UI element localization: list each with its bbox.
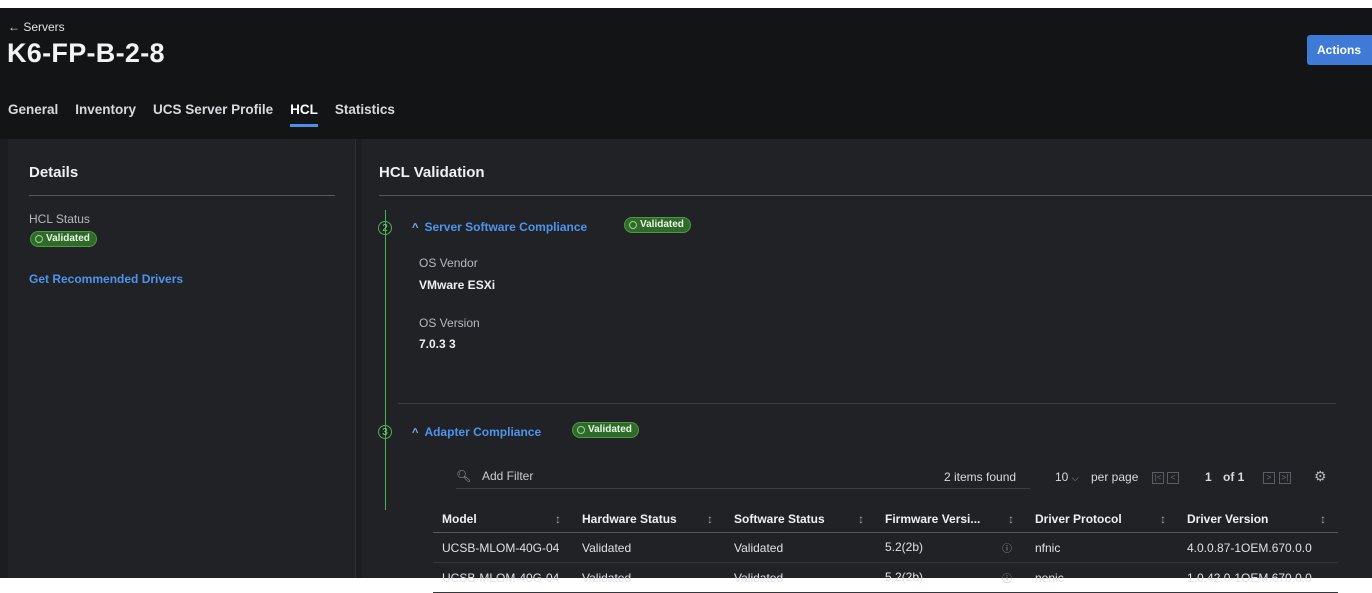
step-2-indicator: 2 (378, 221, 392, 235)
details-title: Details (29, 164, 79, 181)
chevron-up-icon: ^ (412, 427, 419, 439)
cell-driver-version: 4.0.0.87-1OEM.670.0.0 (1178, 532, 1338, 563)
cell-hardware-status: Validated (573, 532, 725, 563)
table-row[interactable]: UCSB-MLOM-40G-04 Validated Validated 5.2… (433, 532, 1338, 563)
per-page-value: 10 (1055, 470, 1069, 484)
tab-bar: General Inventory UCS Server Profile HCL… (8, 102, 412, 132)
sort-icon[interactable]: ↕ (1320, 512, 1326, 526)
sort-icon[interactable]: ↕ (555, 512, 561, 526)
timeline-line (385, 210, 386, 510)
column-header-software-status[interactable]: Software Status ↕ (725, 506, 876, 533)
adapter-status-badge: Validated (572, 422, 639, 438)
last-page-button[interactable]: >| (1279, 472, 1291, 484)
divider (398, 403, 1336, 404)
cell-software-status: Validated (725, 532, 876, 563)
per-page-select[interactable]: 10 ⌵ (1055, 470, 1079, 484)
server-software-status-badge: Validated (624, 217, 691, 233)
search-icon: 🔍︎ (456, 469, 472, 483)
column-label: Model (442, 512, 477, 526)
page-title: K6-FP-B-2-8 (7, 38, 165, 68)
column-header-model[interactable]: Model ↕ (433, 506, 573, 533)
os-version-label: OS Version (419, 316, 480, 330)
items-found-count: 2 items found (944, 470, 1017, 484)
page-header: ← Servers K6-FP-B-2-8 Actions General In… (0, 8, 1372, 139)
badge-text: Validated (46, 233, 90, 244)
firmware-value: 5.2(2b) (885, 570, 924, 584)
os-vendor-label: OS Vendor (419, 256, 478, 270)
column-label: Driver Version (1187, 512, 1269, 526)
tab-hcl[interactable]: HCL (290, 102, 318, 132)
tab-inventory[interactable]: Inventory (75, 102, 136, 132)
divider (379, 195, 1372, 196)
chevron-up-icon: ^ (412, 222, 419, 234)
cell-firmware-version: 5.2(2b) ⓘ (876, 532, 1026, 563)
page-count: of 1 (1223, 470, 1245, 484)
details-panel: Details HCL Status Validated Get Recomme… (8, 139, 356, 578)
os-version-value: 7.0.3 3 (419, 337, 456, 351)
accordion-title: Adapter Compliance (424, 425, 542, 439)
tab-statistics[interactable]: Statistics (335, 102, 395, 132)
hcl-status-label: HCL Status (29, 212, 90, 226)
chevron-down-icon: ⌵ (1071, 473, 1079, 483)
tab-general[interactable]: General (8, 102, 58, 132)
column-label: Hardware Status (582, 512, 677, 526)
adapter-compliance-toggle[interactable]: ^ Adapter Compliance (412, 425, 541, 439)
divider (29, 195, 335, 196)
cell-driver-protocol: nfnic (1026, 532, 1178, 563)
check-circle-icon (629, 221, 637, 229)
get-recommended-drivers-link[interactable]: Get Recommended Drivers (29, 272, 183, 286)
settings-gear-icon[interactable]: ⚙ (1314, 468, 1327, 485)
column-header-hardware-status[interactable]: Hardware Status ↕ (573, 506, 725, 533)
app-window: ← Servers K6-FP-B-2-8 Actions General In… (0, 8, 1372, 593)
sort-icon[interactable]: ↕ (707, 512, 713, 526)
badge-text: Validated (588, 424, 632, 435)
adapter-table: Model ↕ Hardware Status ↕ Software Status ↕… (433, 506, 1338, 593)
check-circle-icon (35, 235, 43, 243)
cell-model: UCSB-MLOM-40G-04 (433, 532, 573, 563)
column-label: Driver Protocol (1035, 512, 1122, 526)
accordion-title: Server Software Compliance (424, 220, 588, 234)
current-page[interactable]: 1 (1205, 470, 1212, 484)
next-page-button[interactable]: > (1263, 472, 1275, 484)
breadcrumb-back-link[interactable]: ← Servers (8, 20, 65, 34)
os-vendor-value: VMware ESXi (419, 278, 496, 292)
step-3-indicator: 3 (378, 425, 392, 439)
column-label: Software Status (734, 512, 825, 526)
sort-icon[interactable]: ↕ (1008, 512, 1014, 526)
hcl-status-badge: Validated (30, 231, 97, 247)
server-software-compliance-toggle[interactable]: ^ Server Software Compliance (412, 220, 587, 234)
firmware-value: 5.2(2b) (885, 540, 924, 554)
column-header-firmware-version[interactable]: Firmware Versi... ↕ (876, 506, 1026, 533)
info-icon[interactable]: ⓘ (1002, 540, 1012, 555)
tab-ucs-server-profile[interactable]: UCS Server Profile (153, 102, 273, 132)
column-label: Firmware Versi... (885, 512, 981, 526)
sort-icon[interactable]: ↕ (1160, 512, 1166, 526)
column-header-driver-protocol[interactable]: Driver Protocol ↕ (1026, 506, 1178, 533)
check-circle-icon (577, 426, 585, 434)
sort-icon[interactable]: ↕ (858, 512, 864, 526)
per-page-label: per page (1091, 470, 1139, 484)
table-header-row: Model ↕ Hardware Status ↕ Software Status ↕… (433, 506, 1338, 533)
prev-page-button[interactable]: < (1167, 472, 1179, 484)
actions-button[interactable]: Actions (1307, 35, 1372, 65)
first-page-button[interactable]: |< (1152, 472, 1164, 484)
column-header-driver-version[interactable]: Driver Version ↕ (1178, 506, 1338, 533)
filter-placeholder: Add Filter (482, 469, 534, 483)
badge-text: Validated (640, 219, 684, 230)
hcl-validation-title: HCL Validation (379, 164, 485, 181)
